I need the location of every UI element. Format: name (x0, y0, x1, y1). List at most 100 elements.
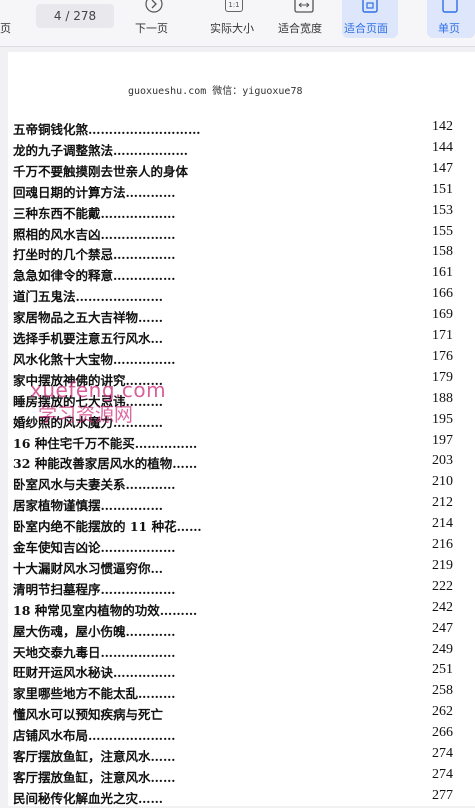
toc-entry-title: 卧室内绝不能摆放的 11 种花…… (13, 519, 202, 535)
toc-entry-title: 店铺风水布局………………… (13, 728, 176, 744)
toc-entry[interactable]: 五帝铜钱化煞……………………… 142 (13, 119, 453, 139)
toc-entry[interactable]: 居家植物谨慎摆…………… 212 (13, 495, 453, 515)
toc-entry[interactable]: 卧室风水与夫妻关系………… 210 (13, 474, 453, 494)
toc-entry-page: 166 (432, 286, 453, 302)
toc-entry-title: 家居物品之五大吉祥物…… (13, 310, 164, 326)
toc-entry-title: 风水化煞十大宝物…………… (13, 351, 176, 367)
watermark-text: xuefeng.com (30, 378, 167, 402)
toc-entry-page: 216 (432, 537, 453, 552)
toc-entry-title: 旺财开运风水秘诀…………… (13, 665, 176, 681)
current-page-value[interactable]: 4 (54, 9, 62, 23)
toc-entry[interactable]: 民间秘传化解血光之灾…… 277 (13, 788, 453, 808)
toc-entry-title: 十大漏财风水习惯逼穷你… (13, 560, 164, 576)
toc-entry[interactable]: 家里哪些地方不能太乱……… 258 (13, 683, 453, 703)
prev-page-button[interactable]: 页 (0, 0, 20, 46)
toc-entry[interactable]: 道门五鬼法………………… 166 (13, 286, 453, 306)
fit-page-button[interactable]: 适合页面 (342, 0, 398, 38)
toc-entry-page: 222 (432, 578, 453, 594)
document-page: guoxueshu.com 微信：yiguoxue78 五帝铜钱化煞………………… (8, 52, 475, 806)
toc-entry[interactable]: 急急如律令的释意…………… 161 (13, 265, 453, 285)
table-of-contents: 五帝铜钱化煞……………………… 142 龙的九子调整煞法……………… 144 千万不要触… (8, 52, 475, 806)
toc-entry-page: 214 (432, 516, 453, 532)
toc-entry[interactable]: 16 种住宅千万不能买…………… 197 (13, 433, 453, 453)
toc-entry-page: 249 (432, 641, 453, 657)
toc-entry[interactable]: 打坐时的几个禁忌…………… 158 (13, 244, 453, 264)
toc-entry-page: 158 (432, 244, 453, 260)
toc-entry[interactable]: 客厅摆放鱼缸，注意风水…… 274 (13, 767, 453, 787)
toc-entry-title: 民间秘传化解血光之灾…… (13, 790, 164, 806)
toc-entry-page: 266 (432, 725, 453, 741)
toc-entry-title: 道门五鬼法………………… (13, 289, 164, 305)
toc-entry-title: 32 种能改善家居风水的植物…… (13, 456, 198, 472)
toc-entry-page: 153 (432, 202, 453, 218)
toc-entry-page: 277 (432, 787, 453, 803)
toc-entry[interactable]: 金车使知吉凶论……………… 216 (13, 537, 453, 557)
toc-entry-page: 262 (432, 704, 453, 720)
toc-entry[interactable]: 客厅摆放鱼缸，注意风水…… 274 (13, 746, 453, 766)
toc-entry-page: 274 (432, 766, 453, 782)
viewer-toolbar: 页 4 / 278 下一页 1:1 实际大小 适合宽度 适合页面 单页 (0, 0, 475, 47)
toc-entry[interactable]: 龙的九子调整煞法……………… 144 (13, 140, 453, 160)
toc-entry-title: 天地交泰九毒日……………… (13, 644, 176, 660)
actual-size-button[interactable]: 1:1 实际大小 (205, 0, 263, 46)
toc-entry-title: 打坐时的几个禁忌…………… (13, 247, 176, 263)
single-page-button[interactable]: 单页 (427, 0, 475, 38)
toc-entry[interactable]: 天地交泰九毒日……………… 249 (13, 642, 453, 662)
toc-entry[interactable]: 屋大伤魂，屋小伤魄………… 247 (13, 621, 453, 641)
actual-size-label: 实际大小 (210, 22, 254, 35)
toc-entry[interactable]: 18 种常见室内植物的功效……… 242 (13, 600, 453, 620)
toc-entry[interactable]: 32 种能改善家居风水的植物…… 203 (13, 453, 453, 473)
toc-entry-page: 144 (432, 139, 453, 155)
toc-entry-page: 151 (432, 181, 453, 197)
toc-entry-page: 147 (432, 160, 453, 176)
toc-entry-page: 161 (432, 265, 453, 281)
toc-entry[interactable]: 三种东西不能戴……………… 153 (13, 203, 453, 223)
toc-entry[interactable]: 千万不要触摸刚去世亲人的身体 147 (13, 161, 453, 181)
toc-entry-page: 197 (432, 432, 453, 448)
toc-entry-title: 客厅摆放鱼缸，注意风水…… (13, 769, 176, 785)
chevron-right-icon (145, 0, 163, 13)
toc-entry-title: 金车使知吉凶论……………… (13, 540, 176, 555)
prev-page-label: 页 (0, 22, 11, 35)
toc-entry[interactable]: 卧室内绝不能摆放的 11 种花…… 214 (13, 516, 453, 536)
toc-entry[interactable]: 选择手机要注意五行风水… 171 (13, 328, 453, 348)
toc-entry-title: 清明节扫墓程序……………… (13, 581, 176, 597)
toc-entry[interactable]: 旺财开运风水秘诀…………… 251 (13, 662, 453, 682)
total-pages-value: / 278 (65, 9, 97, 23)
toc-entry[interactable]: 十大漏财风水习惯逼穷你… 219 (13, 558, 453, 578)
next-page-button[interactable]: 下一页 (130, 0, 178, 46)
fit-width-icon (294, 0, 314, 13)
toc-entry-page: 251 (432, 662, 453, 678)
toc-entry-title: 客厅摆放鱼缸，注意风水…… (13, 749, 176, 764)
toc-entry-title: 18 种常见室内植物的功效……… (13, 602, 198, 618)
toc-entry-page: 171 (432, 328, 453, 343)
toc-entry[interactable]: 风水化煞十大宝物…………… 176 (13, 349, 453, 369)
toc-entry-page: 212 (432, 495, 453, 511)
toc-entry-title: 急急如律令的释意…………… (13, 268, 176, 284)
toc-entry-title: 16 种住宅千万不能买…………… (13, 435, 198, 451)
toc-entry[interactable]: 店铺风水布局………………… 266 (13, 725, 453, 745)
toc-entry-title: 家里哪些地方不能太乱……… (13, 686, 176, 702)
toc-entry-page: 179 (432, 369, 453, 385)
toc-entry-title: 龙的九子调整煞法……………… (13, 142, 189, 158)
page-number-field[interactable]: 4 / 278 (36, 4, 114, 28)
toc-entry-page: 176 (432, 348, 453, 364)
fit-width-button[interactable]: 适合宽度 (275, 0, 333, 46)
toc-entry[interactable]: 回魂日期的计算方法………… 151 (13, 182, 453, 202)
toc-entry-title: 卧室风水与夫妻关系………… (13, 477, 176, 493)
single-page-icon (442, 0, 458, 13)
toc-entry-title: 回魂日期的计算方法………… (13, 184, 176, 200)
toc-entry[interactable]: 家居物品之五大吉祥物…… 169 (13, 307, 453, 327)
toc-entry[interactable]: 照相的风水吉凶……………… 155 (13, 224, 453, 244)
toc-entry-page: 155 (432, 223, 453, 239)
toc-entry[interactable]: 清明节扫墓程序……………… 222 (13, 579, 453, 599)
next-page-label: 下一页 (135, 22, 168, 35)
watermark-text-2: 学习资源网 (38, 404, 134, 426)
toc-entry-page: 242 (432, 599, 453, 615)
toc-entry-title: 屋大伤魂，屋小伤魄………… (13, 623, 176, 639)
toc-entry-page: 247 (432, 620, 453, 636)
toc-entry-page: 203 (432, 453, 453, 469)
toc-entry[interactable]: 懂风水可以预知疾病与死亡 262 (13, 704, 453, 724)
toc-entry-page: 169 (432, 307, 453, 323)
toc-entry-title: 千万不要触摸刚去世亲人的身体 (13, 163, 189, 179)
